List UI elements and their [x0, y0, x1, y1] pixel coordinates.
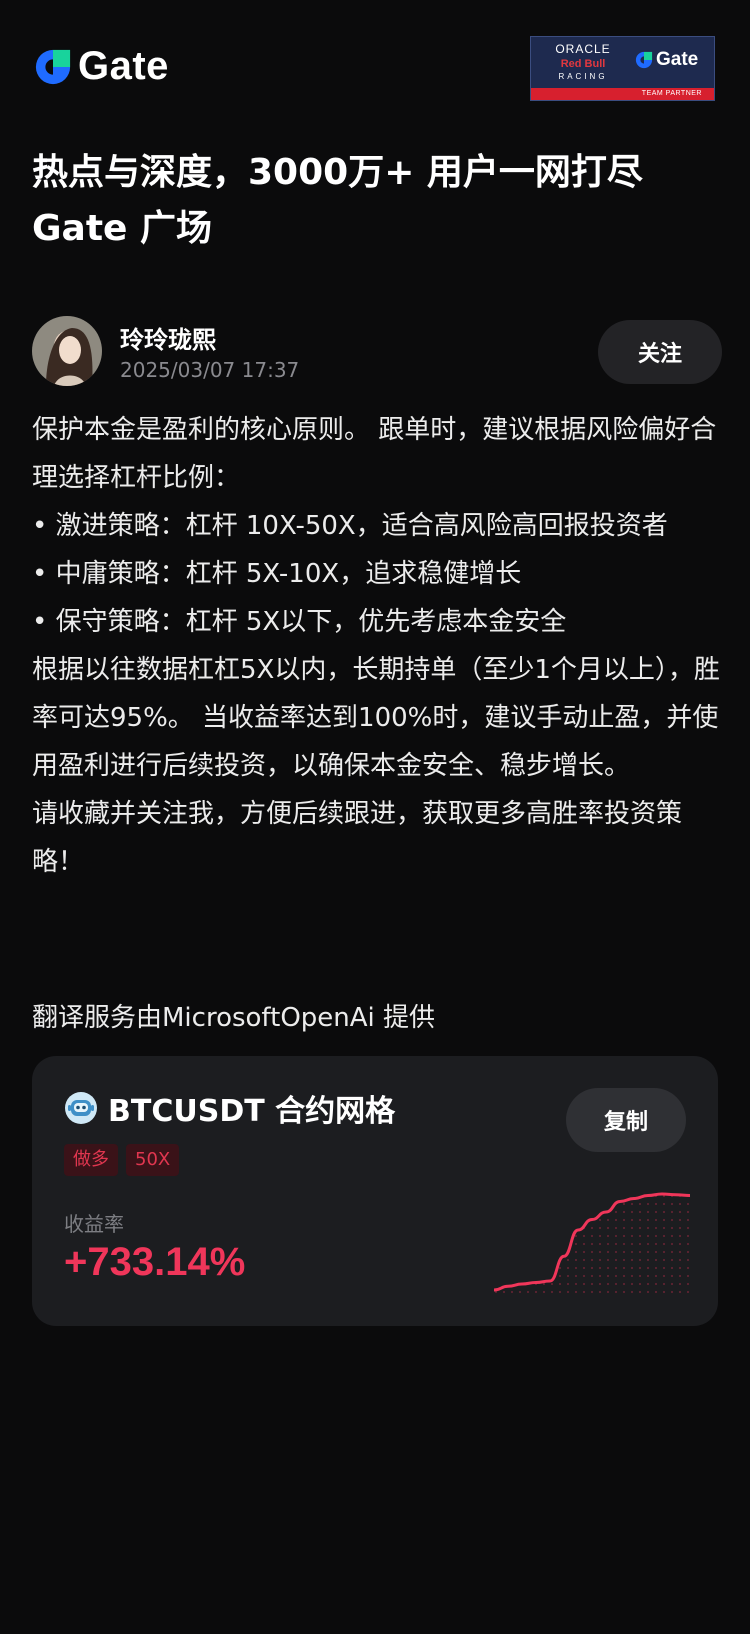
- card-title: BTCUSDT 合约网格: [108, 1094, 396, 1129]
- post-paragraph: 保护本金是盈利的核心原则。 跟单时，建议根据风险偏好合理选择杠杆比例：: [32, 415, 717, 493]
- copy-button[interactable]: 复制: [566, 1088, 686, 1152]
- avatar[interactable]: [32, 316, 102, 386]
- partner-badge: ORACLE Red Bull RACING Gate TEAM PARTNER: [530, 36, 715, 101]
- page-title: 热点与深度，3000万+ 用户一网打尽 Gate 广场: [32, 145, 722, 257]
- partner-gate-logo: Gate: [635, 49, 698, 71]
- brand-name: Gate: [78, 44, 169, 88]
- robot-icon: [65, 1092, 97, 1124]
- post-paragraph: 请收藏并关注我，方便后续跟进，获取更多高胜率投资策略！: [32, 799, 683, 877]
- roi-sparkline: [494, 1192, 690, 1296]
- author-name[interactable]: 玲玲珑熙: [120, 320, 216, 355]
- avatar-image: [32, 316, 102, 386]
- tag-list: 做多 50X: [64, 1144, 180, 1176]
- gate-logo[interactable]: Gate: [34, 44, 169, 89]
- post-paragraph: • 保守策略：杠杆 5X以下，优先考虑本金安全: [32, 607, 567, 637]
- racing-text: RACING: [558, 72, 608, 81]
- partner-strip: TEAM PARTNER: [531, 88, 714, 100]
- headline-line-1: 热点与深度，3000万+ 用户一网打尽: [32, 152, 643, 193]
- author-row: 玲玲珑熙 2025/03/07 17:37 关注: [32, 316, 722, 388]
- redbull-racing-logo: ORACLE Red Bull RACING: [537, 42, 629, 81]
- sparkline-area: [494, 1194, 690, 1296]
- post-date: 2025/03/07 17:37: [120, 358, 300, 382]
- post-paragraph: • 中庸策略：杠杆 5X-10X，追求稳健增长: [32, 559, 522, 589]
- gate-logo-icon: [35, 49, 71, 84]
- partner-brand-text: Gate: [656, 49, 699, 70]
- roi-value: +733.14%: [64, 1240, 246, 1284]
- redbull-text: Red Bull: [560, 58, 606, 70]
- header: Gate ORACLE Red Bull RACING Gate TEAM PA…: [0, 0, 750, 140]
- direction-tag: 做多: [64, 1144, 118, 1176]
- post-paragraph: • 激进策略：杠杆 10X-50X，适合高风险高回报投资者: [32, 511, 668, 541]
- copy-trade-card[interactable]: BTCUSDT 合约网格 复制 做多 50X 收益率 +733.14%: [32, 1056, 718, 1326]
- card-title-row: BTCUSDT 合约网格: [64, 1086, 395, 1130]
- follow-button[interactable]: 关注: [598, 320, 722, 384]
- gate-small-icon: [635, 51, 653, 69]
- post-body: 保护本金是盈利的核心原则。 跟单时，建议根据风险偏好合理选择杠杆比例： • 激进…: [32, 406, 722, 886]
- team-partner-text: TEAM PARTNER: [641, 90, 702, 97]
- leverage-tag: 50X: [126, 1144, 180, 1176]
- post-paragraph: 根据以往数据杠杠5X以内，长期持单（至少1个月以上），胜率可达95%。 当收益率…: [32, 655, 720, 781]
- headline-line-2: Gate 广场: [32, 208, 213, 249]
- oracle-text: ORACLE: [555, 42, 611, 56]
- roi-label: 收益率: [64, 1212, 124, 1236]
- translation-note: 翻译服务由MicrosoftOpenAi 提供: [32, 1003, 436, 1033]
